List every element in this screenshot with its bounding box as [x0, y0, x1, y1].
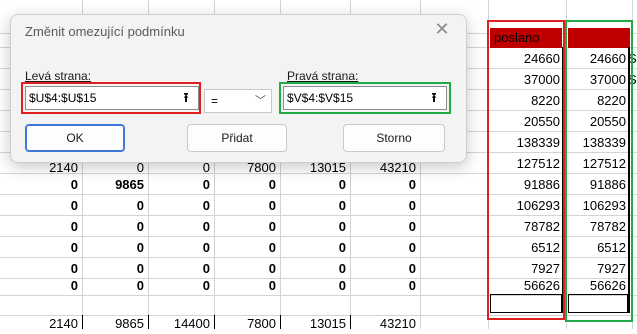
right-side-label: Pravá strana:: [287, 69, 359, 83]
cell[interactable]: 0: [284, 196, 346, 216]
cell[interactable]: 0: [354, 175, 416, 195]
cell[interactable]: 0: [218, 238, 276, 258]
ok-button[interactable]: OK: [25, 124, 125, 152]
cancel-button[interactable]: Storno: [343, 124, 445, 152]
cell[interactable]: 9865: [86, 175, 144, 195]
total-cell[interactable]: 7800: [218, 314, 276, 334]
column-u-highlight: [487, 20, 565, 320]
chevron-down-icon: ﹀: [255, 95, 266, 107]
operator-select[interactable]: = ﹀: [204, 89, 272, 113]
cell[interactable]: 0: [284, 217, 346, 237]
cell-border: [280, 315, 281, 329]
add-button[interactable]: Přidat: [187, 124, 287, 152]
cell[interactable]: 0: [152, 196, 210, 216]
cell[interactable]: 0: [354, 217, 416, 237]
cell[interactable]: 0: [152, 175, 210, 195]
cell[interactable]: 0: [152, 238, 210, 258]
cell[interactable]: 0: [20, 196, 78, 216]
cell[interactable]: 0: [152, 217, 210, 237]
cell-border: [82, 315, 83, 329]
change-constraint-dialog: Změnit omezující podmínku ✕ Levá strana:…: [10, 14, 467, 163]
total-cell[interactable]: 9865: [86, 314, 144, 334]
cell[interactable]: 0: [152, 276, 210, 296]
cell-border: [350, 315, 351, 329]
cell[interactable]: 0: [284, 238, 346, 258]
cell[interactable]: 0: [354, 276, 416, 296]
left-side-highlight: [21, 82, 201, 114]
cell[interactable]: 0: [20, 238, 78, 258]
total-cell[interactable]: 14400: [152, 314, 210, 334]
cell[interactable]: 0: [218, 217, 276, 237]
cell[interactable]: 0: [218, 175, 276, 195]
cell-border: [214, 315, 215, 329]
dialog-title: Změnit omezující podmínku: [25, 24, 185, 39]
cell[interactable]: 0: [86, 196, 144, 216]
cell[interactable]: 0: [284, 276, 346, 296]
right-side-highlight: [279, 82, 451, 114]
cell[interactable]: 0: [284, 175, 346, 195]
cell[interactable]: 0: [218, 276, 276, 296]
close-icon[interactable]: ✕: [432, 19, 452, 40]
operator-value: =: [211, 94, 219, 108]
cell[interactable]: 0: [86, 276, 144, 296]
total-cell[interactable]: 43210: [354, 314, 416, 334]
cell-border: [148, 315, 149, 329]
cell[interactable]: 0: [20, 175, 78, 195]
cell[interactable]: 0: [354, 196, 416, 216]
cell[interactable]: 0: [20, 276, 78, 296]
left-side-label: Levá strana:: [25, 69, 92, 83]
cell[interactable]: 0: [86, 238, 144, 258]
cell[interactable]: 0: [86, 217, 144, 237]
column-v-highlight: [565, 20, 633, 322]
cell[interactable]: 0: [218, 196, 276, 216]
total-cell[interactable]: 13015: [284, 314, 346, 334]
cell[interactable]: 0: [20, 217, 78, 237]
total-cell[interactable]: 2140: [20, 314, 78, 334]
cell[interactable]: 0: [354, 238, 416, 258]
